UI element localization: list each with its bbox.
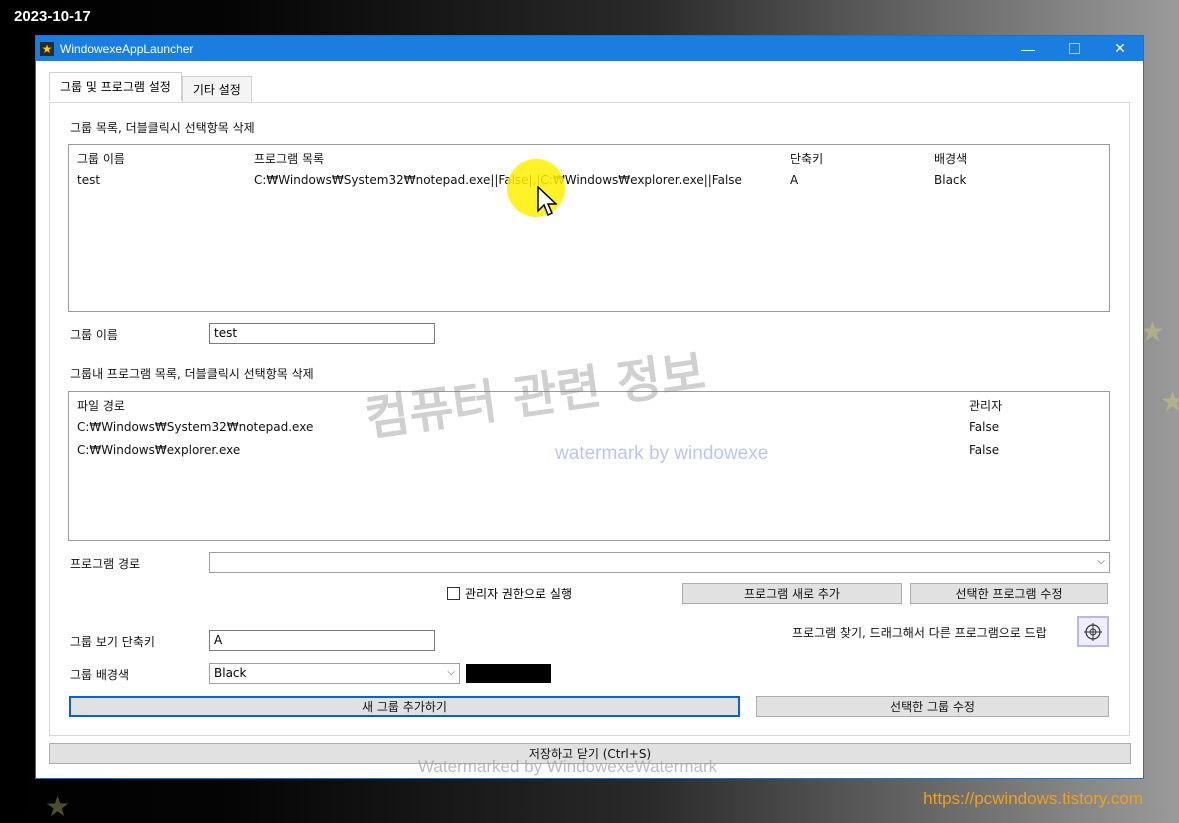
star-icon: ★ (40, 41, 54, 56)
cell-group-name: test (77, 173, 101, 187)
checkbox-box[interactable] (447, 587, 460, 600)
chevron-down-icon: ⌵ (447, 667, 455, 678)
column-header-admin[interactable]: 관리자 (969, 397, 1002, 414)
star-decoration: ★ (45, 790, 71, 823)
column-header-file-path[interactable]: 파일 경로 (77, 397, 125, 414)
add-group-button[interactable]: 새 그룹 추가하기 (69, 696, 740, 717)
program-path-combo[interactable]: ⌵ (209, 552, 1110, 573)
maximize-icon (1068, 43, 1080, 54)
cell-admin: False (969, 420, 1000, 434)
date-stamp: 2023-10-17 (14, 8, 91, 25)
title-bar[interactable]: ★ WindowexeAppLauncher — ✕ (36, 36, 1143, 61)
column-header-group-name[interactable]: 그룹 이름 (77, 150, 125, 167)
star-decoration: ★ (1160, 385, 1179, 418)
edit-group-button[interactable]: 선택한 그룹 수정 (756, 696, 1109, 717)
window-title: WindowexeAppLauncher (60, 41, 194, 56)
color-swatch (466, 664, 551, 683)
crosshair-icon (1084, 622, 1102, 641)
program-listview[interactable]: 파일 경로 관리자 C:₩Windows₩System32₩notepad.ex… (68, 391, 1110, 541)
group-name-input[interactable]: test (209, 323, 435, 344)
hotkey-label: 그룹 보기 단축키 (70, 635, 155, 649)
minimize-icon: — (1021, 40, 1035, 57)
edit-program-button[interactable]: 선택한 프로그램 수정 (910, 583, 1108, 604)
tab-other-settings[interactable]: 기타 설정 (181, 76, 252, 103)
cell-file-path: C:₩Windows₩System32₩notepad.exe (77, 420, 314, 434)
bg-color-combo[interactable]: Black ⌵ (209, 663, 460, 684)
cell-file-path: C:₩Windows₩explorer.exe (77, 443, 241, 457)
program-finder-target[interactable] (1077, 616, 1109, 647)
finder-label: 프로그램 찾기, 드래그해서 다른 프로그램으로 드랍 (792, 626, 1047, 640)
column-header-hotkey[interactable]: 단축키 (790, 150, 823, 167)
run-as-admin-label: 관리자 권한으로 실행 (465, 587, 572, 601)
hotkey-input[interactable]: A (209, 630, 435, 651)
tab-panel: 그룹 목록, 더블클릭시 선택항목 삭제 그룹 이름 프로그램 목록 단축키 배… (49, 102, 1130, 736)
bg-color-label: 그룹 배경색 (70, 668, 130, 682)
cell-hotkey: A (790, 173, 799, 187)
cell-program-list: C:₩Windows₩System32₩notepad.exe||False|,… (254, 173, 742, 187)
close-icon: ✕ (1114, 40, 1126, 56)
add-program-button[interactable]: 프로그램 새로 추가 (682, 583, 902, 604)
save-close-button[interactable]: 저장하고 닫기 (Ctrl+S) (49, 743, 1131, 764)
group-list-caption: 그룹 목록, 더블클릭시 선택항목 삭제 (70, 121, 255, 135)
cell-bg-color: Black (934, 173, 967, 187)
maximize-button[interactable] (1051, 36, 1097, 61)
tab-strip: 그룹 및 프로그램 설정 기타 설정 (49, 72, 252, 103)
run-as-admin-checkbox[interactable]: 관리자 권한으로 실행 (447, 585, 572, 602)
column-header-bg-color[interactable]: 배경색 (934, 150, 967, 167)
client-area: 그룹 및 프로그램 설정 기타 설정 그룹 목록, 더블클릭시 선택항목 삭제 … (36, 61, 1143, 778)
minimize-button[interactable]: — (1005, 36, 1051, 61)
program-path-label: 프로그램 경로 (70, 557, 141, 571)
site-url: https://pcwindows.tistory.com (923, 789, 1143, 808)
program-list-caption: 그룹내 프로그램 목록, 더블클릭시 선택항목 삭제 (70, 367, 314, 381)
column-header-program-list[interactable]: 프로그램 목록 (254, 150, 324, 167)
cell-admin: False (969, 443, 1000, 457)
close-button[interactable]: ✕ (1097, 36, 1143, 61)
chevron-down-icon: ⌵ (1097, 556, 1105, 567)
tab-group-program-settings[interactable]: 그룹 및 프로그램 설정 (49, 72, 182, 101)
bg-color-value: Black (214, 666, 247, 680)
mouse-cursor-icon (537, 186, 557, 217)
group-listview[interactable]: 그룹 이름 프로그램 목록 단축키 배경색 test C:₩Windows₩Sy… (68, 144, 1110, 312)
group-name-label: 그룹 이름 (70, 328, 118, 342)
app-window: ★ WindowexeAppLauncher — ✕ 그룹 및 프로그램 설정 … (35, 35, 1144, 779)
